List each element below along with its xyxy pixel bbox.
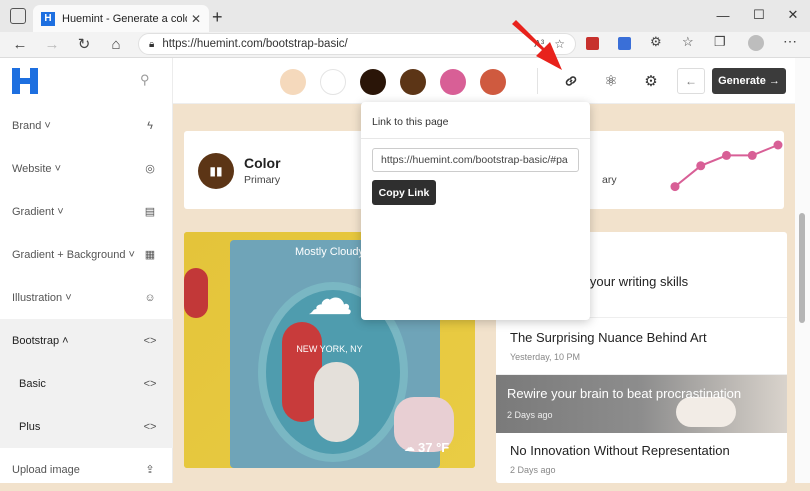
collections-icon[interactable]: ❐ [714,34,726,50]
code-icon: <> [143,377,157,390]
copy-link-button[interactable]: Copy Link [372,180,436,205]
sidebar-item-bootstrap[interactable]: Bootstrap ˄ <> [0,319,173,362]
sidebar-item-brand[interactable]: Brand ˅ ϟ [0,104,173,147]
sidebar-item-gradient-background[interactable]: Gradient + Background ˅ ▦ [0,233,173,276]
back-icon[interactable]: ← [9,33,31,55]
sparkline-chart [670,140,783,192]
article-title: The Surprising Nuance Behind Art [510,330,707,345]
article-item[interactable]: The Surprising Nuance Behind Art Yesterd… [496,318,787,375]
refresh-icon[interactable]: ↻ [73,33,95,55]
window-close-icon[interactable]: ✕ [779,4,807,26]
sidebar-item-illustration[interactable]: Illustration ˅ ☺ [0,276,173,319]
article-date: Yesterday, 10 PM [510,352,581,362]
weather-temperature: 37 °F [418,440,450,455]
scrollbar-thumb[interactable] [799,213,805,323]
lock-icon: 🔒︎ [149,38,155,50]
minimize-icon[interactable]: — [709,4,737,26]
profile-avatar[interactable] [748,35,764,51]
sidebar-item-gradient[interactable]: Gradient ˅ ▤ [0,190,173,233]
gradient-icon: ▤ [144,206,156,218]
favorites-icon[interactable]: ☆ [682,34,694,50]
strawberry-side-image [184,268,208,318]
shuffle-icon[interactable]: ⚛ [599,69,623,93]
gradient-bg-icon: ▦ [144,249,156,261]
generate-button[interactable]: Generate → [712,68,786,94]
page-scrollbar[interactable] [795,58,810,483]
sparkline-point [696,161,706,171]
sparkline-point [773,140,783,150]
url-text: https://huemint.com/bootstrap-basic/ [162,38,348,50]
extensions-icon[interactable]: ⚙ [650,34,662,50]
lightning-icon: ϟ [147,119,153,132]
tab-actions-icon[interactable] [10,8,26,24]
glove-image [314,362,359,442]
link-popup: Link to this page Copy Link [361,102,590,320]
sidebar-item-basic[interactable]: Basic <> [0,362,173,405]
color-card-subtitle: Primary [244,174,281,186]
tab-strip: H Huemint - Generate a color pale ✕ + — … [0,0,810,32]
sparkline-point [670,182,680,192]
article-title: No Innovation Without Representation [510,443,730,458]
weather-location: NEW YORK, NY [296,344,363,354]
palette-toolbar: ⚛ ⚙ ← Generate → [173,58,795,104]
pin-icon[interactable]: ⚲ [140,72,150,88]
article-date: 2 Days ago [510,465,556,475]
upload-icon: ⇪ [145,464,155,476]
annotation-arrow-icon [512,20,562,70]
tab-close-icon[interactable]: ✕ [191,12,201,26]
translate-icon[interactable] [618,37,631,50]
article-item-featured[interactable]: Rewire your brain to beat procrastinatio… [496,375,787,433]
bar-chart-icon: ▮▮ [198,153,234,189]
palette-swatch[interactable] [440,69,466,95]
gear-icon[interactable]: ⚙ [639,69,663,93]
sidebar-item-website[interactable]: Website ˅ ◎ [0,147,173,190]
link-url-field[interactable] [372,148,579,172]
code-icon: <> [143,420,157,433]
forward-icon[interactable]: → [41,33,63,55]
browser-chrome: H Huemint - Generate a color pale ✕ + — … [0,0,810,58]
palette-swatch[interactable] [360,69,386,95]
article-date: 2 Days ago [507,410,553,420]
sparkline-point [747,150,757,160]
color-card-subtitle-2: ary [602,174,617,186]
food-image [676,397,736,427]
previous-palette-button[interactable]: ← [677,68,705,94]
popup-title: Link to this page [372,116,449,128]
huemint-logo[interactable] [12,68,38,94]
tab-title: Huemint - Generate a color pale [62,12,187,25]
huemint-favicon-icon: H [41,11,55,26]
compass-icon: ◎ [145,163,155,175]
illustration-icon: ☺ [144,291,156,304]
article-item[interactable]: No Innovation Without Representation 2 D… [496,433,787,483]
extension-red-icon[interactable] [586,37,599,50]
sidebar: ⚲ Brand ˅ ϟ Website ˅ ◎ Gradient ˅ ▤ Gra… [0,58,173,483]
color-card-title: Color [244,155,281,171]
maximize-icon[interactable]: ☐ [745,4,773,26]
snow-cloud-icon: ☁ [307,272,353,324]
new-tab-icon[interactable]: + [212,7,223,28]
code-icon: <> [143,334,157,347]
palette-swatch[interactable] [480,69,506,95]
browser-tab[interactable]: H Huemint - Generate a color pale ✕ [33,5,209,32]
sparkline-point [722,150,731,160]
sidebar-item-plus[interactable]: Plus <> [0,405,173,448]
article-title: Rewire your brain to beat procrastinatio… [507,386,742,401]
palette-swatch[interactable] [400,69,426,95]
palette-swatch[interactable] [280,69,306,95]
palette-swatch[interactable] [320,69,346,95]
sidebar-item-upload-image[interactable]: Upload image ⇪ [0,448,173,491]
home-icon[interactable]: ⌂ [105,33,127,55]
cloud-upload-icon: ☁ [404,442,415,454]
settings-more-icon[interactable]: ⋯ [783,33,797,50]
popup-divider [361,138,590,139]
